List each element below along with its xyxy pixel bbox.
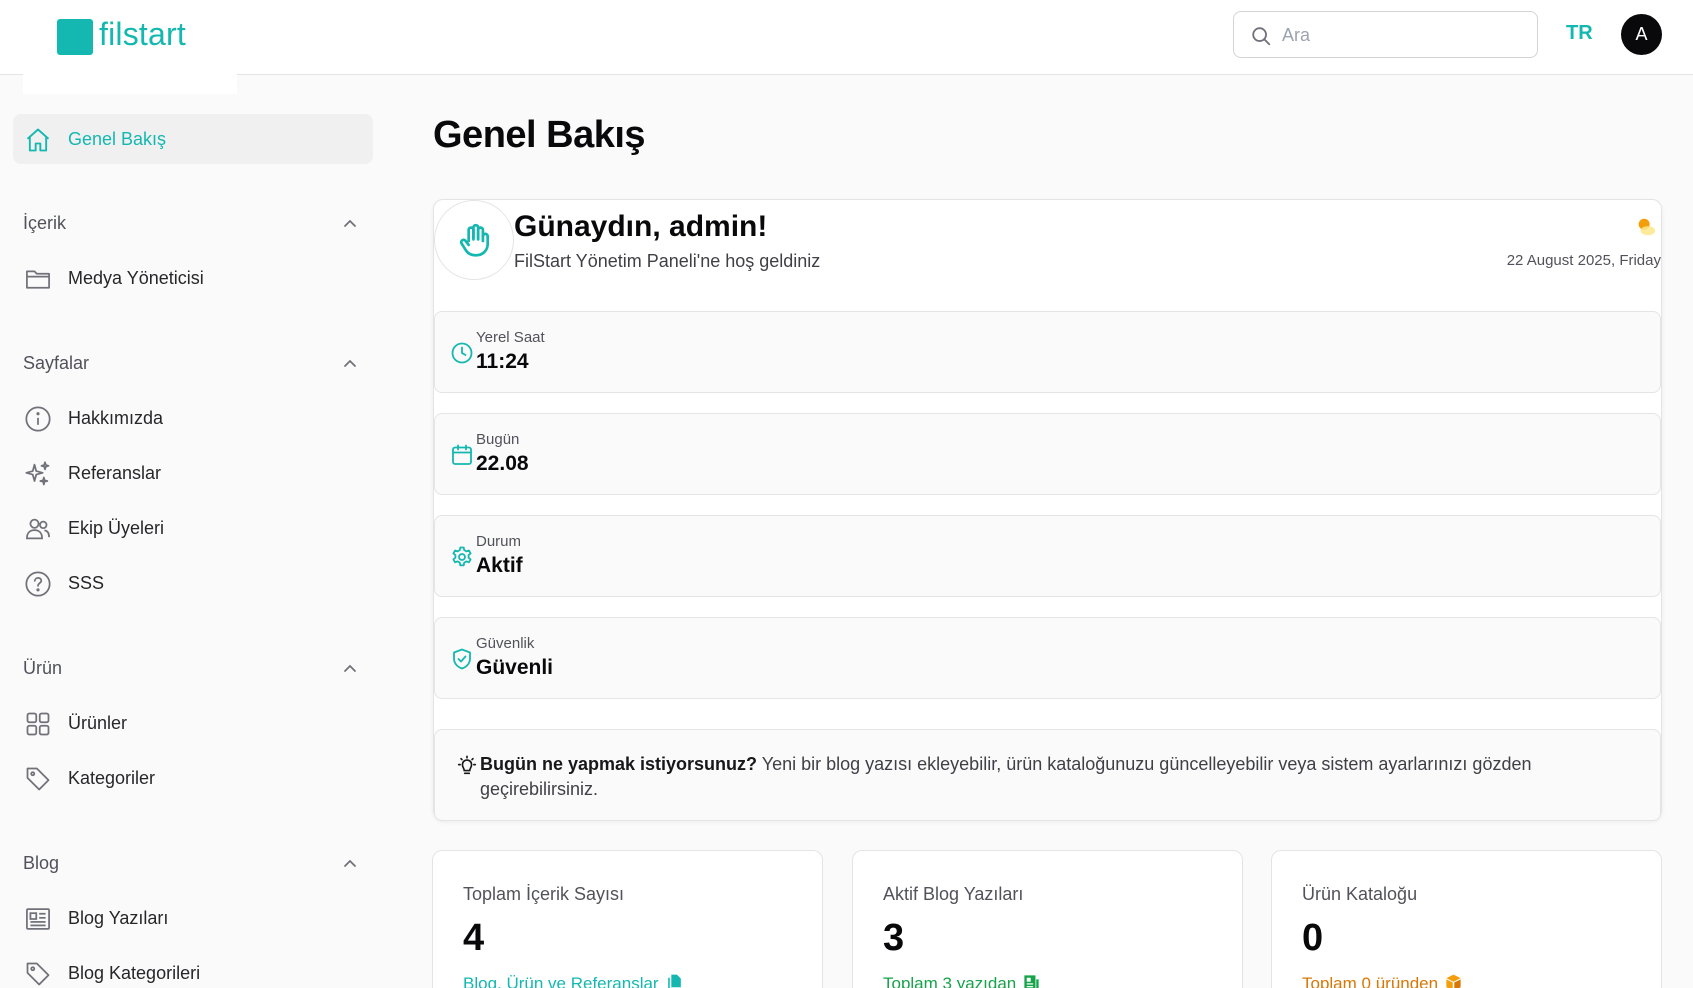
- chevron-up-icon[interactable]: [340, 853, 360, 873]
- stat-value: Güvenli: [476, 656, 554, 679]
- stat-value: Aktif: [476, 554, 523, 577]
- card-value: 0: [1302, 917, 1324, 959]
- lightbulb-icon: [457, 755, 477, 775]
- sidebar-item-ekip-uyeleri[interactable]: Ekip Üyeleri: [13, 503, 373, 553]
- card-total-content: Toplam İçerik Sayısı 4 Blog, Ürün ve Ref…: [432, 850, 823, 988]
- logo-text: filstart: [99, 16, 186, 52]
- calendar-icon: [452, 444, 472, 465]
- sidebar-item-label: Genel Bakış: [68, 129, 167, 149]
- search-box[interactable]: [1233, 11, 1538, 58]
- greeting-avatar: [434, 200, 514, 280]
- page-title: Genel Bakış: [433, 114, 646, 156]
- stat-label: Bugün: [476, 431, 520, 448]
- sidebar-item-label: Ekip Üyeleri: [68, 518, 165, 538]
- grid-icon: [26, 712, 50, 736]
- card-description[interactable]: Blog, Ürün ve Referanslar: [463, 973, 684, 988]
- hand-icon: [459, 223, 490, 257]
- sidebar-item-medya-yoneticisi[interactable]: Medya Yöneticisi: [13, 253, 373, 303]
- folder-icon: [26, 270, 50, 289]
- newspaper-icon: [1024, 975, 1039, 988]
- newspaper-icon: [26, 908, 50, 930]
- card-description-text: Toplam 3 yazıdan: [883, 974, 1017, 988]
- stat-value: 22.08: [476, 452, 529, 475]
- sidebar-item-sss[interactable]: SSS: [13, 558, 373, 608]
- sidebar-item-label: Blog Kategorileri: [68, 963, 201, 983]
- stat-label: Güvenlik: [476, 635, 535, 652]
- card-value: 3: [883, 917, 905, 959]
- card-label: Ürün Kataloğu: [1302, 884, 1418, 904]
- stat-label: Yerel Saat: [476, 329, 545, 346]
- stat-security: Güvenlik Güvenli: [434, 617, 1661, 699]
- group-title-blog: Blog: [23, 853, 60, 873]
- card-value: 4: [463, 917, 485, 959]
- sidebar-item-blog-yazilari[interactable]: Blog Yazıları: [13, 893, 373, 943]
- group-title-urun: Ürün: [23, 658, 63, 678]
- language-switcher[interactable]: TR: [1566, 22, 1593, 45]
- sidebar-item-urunler[interactable]: Ürünler: [13, 698, 373, 748]
- tip-heading: Bugün ne yapmak istiyorsunuz?: [480, 754, 758, 774]
- top-bar: TR A: [0, 0, 1693, 75]
- tip-text: Bugün ne yapmak istiyorsunuz? Yeni bir b…: [480, 752, 1630, 802]
- question-icon: [25, 571, 51, 597]
- card-description[interactable]: Toplam 0 üründen: [1302, 973, 1463, 988]
- card-active-blog-posts: Aktif Blog Yazıları 3 Toplam 3 yazıdan: [852, 850, 1243, 988]
- cube-icon: [1446, 974, 1461, 988]
- sidebar-item-label: Kategoriler: [68, 768, 156, 788]
- sidebar-item-hakkimizda[interactable]: Hakkımızda: [13, 393, 373, 443]
- card-description[interactable]: Toplam 3 yazıdan: [883, 973, 1041, 988]
- welcome-card: Günaydın, admin! FilStart Yönetim Paneli…: [433, 199, 1662, 821]
- logo-mark: [57, 19, 93, 55]
- sparkles-icon: [25, 461, 50, 486]
- sun-cloud-icon: [1638, 218, 1656, 236]
- greeting-heading: Günaydın, admin!: [514, 210, 768, 243]
- gear-icon: [452, 546, 472, 567]
- sidebar-item-blog-kategorileri[interactable]: Blog Kategorileri: [13, 948, 373, 988]
- card-label: Aktif Blog Yazıları: [883, 884, 1024, 904]
- card-label: Toplam İçerik Sayısı: [463, 884, 625, 904]
- search-icon: [1252, 27, 1271, 46]
- stat-local-time: Yerel Saat 11:24: [434, 311, 1661, 393]
- group-title-icerik: İçerik: [23, 213, 67, 233]
- tag-icon: [26, 962, 50, 986]
- current-date: 22 August 2025, Friday: [1506, 252, 1661, 269]
- sidebar-item-referanslar[interactable]: Referanslar: [13, 448, 373, 498]
- users-icon: [26, 518, 50, 540]
- sidebar-item-label: Referanslar: [68, 463, 162, 483]
- sidebar-item-label: Medya Yöneticisi: [68, 268, 204, 288]
- card-description-text: Blog, Ürün ve Referanslar: [463, 974, 659, 988]
- tag-icon: [26, 767, 50, 791]
- documents-icon: [667, 974, 681, 988]
- sidebar-item-label: Blog Yazıları: [68, 908, 169, 928]
- stat-status: Durum Aktif: [434, 515, 1661, 597]
- sidebar-item-label: SSS: [68, 573, 105, 593]
- sidebar: Genel Bakış İçerik Medya Yöneticisi Sayf…: [0, 76, 390, 988]
- sidebar-item-kategoriler[interactable]: Kategoriler: [13, 753, 373, 803]
- group-title-sayfalar: Sayfalar: [23, 353, 90, 373]
- clock-icon: [451, 342, 473, 364]
- info-icon: [25, 406, 51, 432]
- greeting-subtitle: FilStart Yönetim Paneli'ne hoş geldiniz: [514, 251, 821, 271]
- tip-box: Bugün ne yapmak istiyorsunuz? Yeni bir b…: [434, 729, 1661, 821]
- chevron-up-icon[interactable]: [340, 658, 360, 678]
- shield-check-icon: [453, 648, 471, 670]
- stat-today: Bugün 22.08: [434, 413, 1661, 495]
- card-description-text: Toplam 0 üründen: [1302, 974, 1439, 988]
- stat-label: Durum: [476, 533, 522, 550]
- user-avatar[interactable]: A: [1621, 14, 1662, 55]
- home-icon: [26, 128, 50, 152]
- chevron-up-icon[interactable]: [340, 213, 360, 233]
- sidebar-item-label: Hakkımızda: [68, 408, 164, 428]
- search-input[interactable]: [1282, 22, 1522, 48]
- sidebar-item-genel-bakis[interactable]: Genel Bakış: [13, 114, 373, 164]
- stat-value: 11:24: [476, 350, 529, 373]
- chevron-up-icon[interactable]: [340, 353, 360, 373]
- card-product-catalog: Ürün Kataloğu 0 Toplam 0 üründen: [1271, 850, 1662, 988]
- sidebar-item-label: Ürünler: [68, 713, 128, 733]
